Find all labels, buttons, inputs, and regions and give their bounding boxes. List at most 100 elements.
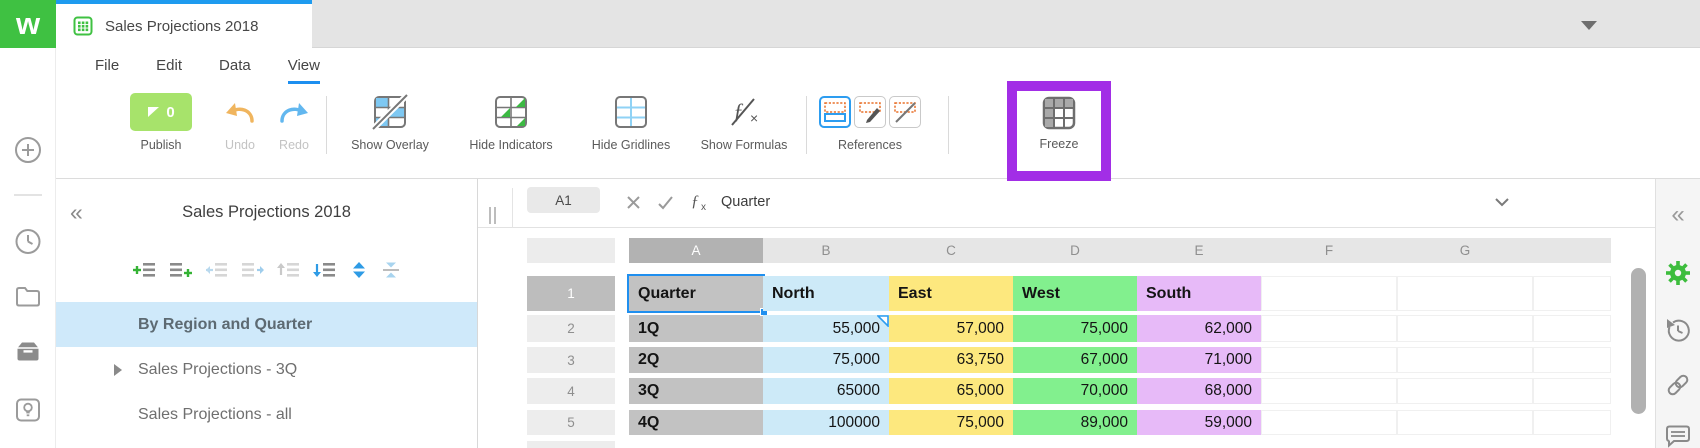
column-header[interactable]: B	[763, 238, 889, 263]
cell-B1[interactable]: North	[763, 276, 889, 311]
link-icon[interactable]	[1664, 371, 1692, 399]
cell-partial[interactable]	[1533, 315, 1611, 342]
collapse-all-button[interactable]	[381, 261, 401, 279]
reference-remove-button[interactable]	[889, 96, 921, 128]
cell-G5[interactable]	[1397, 410, 1533, 435]
reference-source-button[interactable]	[819, 96, 851, 128]
show-formulas-button[interactable]: ƒ × Show Formulas	[692, 90, 796, 152]
cell-partial[interactable]	[1533, 276, 1611, 311]
cell-partial[interactable]	[1533, 347, 1611, 373]
reference-edit-button[interactable]	[854, 96, 886, 128]
cell-A5[interactable]: 4Q	[629, 410, 763, 435]
cell-A3[interactable]: 2Q	[629, 347, 763, 373]
row-header[interactable]: 5	[527, 410, 615, 435]
drawer-button[interactable]	[14, 340, 41, 362]
cell-B4[interactable]: 65000	[763, 378, 889, 404]
cell-C3[interactable]: 63,750	[889, 347, 1013, 373]
tips-button[interactable]	[14, 397, 41, 423]
cell-D1[interactable]: West	[1013, 276, 1137, 311]
menu-file[interactable]: File	[95, 48, 119, 84]
expand-caret-icon[interactable]	[114, 364, 122, 376]
row-header[interactable]: 3	[527, 347, 615, 373]
cell-G3[interactable]	[1397, 347, 1533, 373]
files-button[interactable]	[14, 285, 41, 307]
menu-data[interactable]: Data	[219, 48, 251, 84]
tab-menu-caret-icon[interactable]	[1581, 21, 1597, 30]
comments-icon[interactable]	[1664, 423, 1692, 448]
column-header[interactable]: G	[1397, 238, 1533, 263]
column-header[interactable]: A	[629, 238, 763, 263]
row-header[interactable]: 2	[527, 315, 615, 342]
move-sheet-down-button[interactable]	[312, 261, 337, 279]
menu-view[interactable]: View	[287, 48, 320, 84]
undo-button[interactable]: Undo	[214, 90, 266, 152]
column-header[interactable]: D	[1013, 238, 1137, 263]
cell-reference-box[interactable]: A1	[527, 187, 600, 213]
sheet-item-by-region-and-quarter[interactable]: By Region and Quarter	[56, 302, 477, 347]
cell-G2[interactable]	[1397, 315, 1533, 342]
settings-gear-icon[interactable]	[1664, 259, 1692, 287]
indent-sheet-button[interactable]	[241, 261, 265, 279]
cell-F2[interactable]	[1261, 315, 1397, 342]
cell-B2[interactable]: 55,000	[763, 315, 889, 342]
row-header[interactable]: 4	[527, 378, 615, 404]
cell-C2[interactable]: 57,000	[889, 315, 1013, 342]
row-header-partial[interactable]	[527, 441, 615, 448]
cell-G4[interactable]	[1397, 378, 1533, 404]
cell-C4[interactable]: 65,000	[889, 378, 1013, 404]
cell-E2[interactable]: 62,000	[1137, 315, 1261, 342]
cancel-entry-button[interactable]	[626, 195, 641, 210]
cell-F5[interactable]	[1261, 410, 1397, 435]
cell-A4[interactable]: 3Q	[629, 378, 763, 404]
cell-B3[interactable]: 75,000	[763, 347, 889, 373]
formula-input[interactable]: Quarter	[721, 194, 770, 210]
cell-E3[interactable]: 71,000	[1137, 347, 1261, 373]
cell-partial[interactable]	[1533, 378, 1611, 404]
cell-E4[interactable]: 68,000	[1137, 378, 1261, 404]
formula-bar-expand-icon[interactable]	[1494, 197, 1510, 207]
panel-resize-handle[interactable]	[489, 207, 496, 224]
show-overlay-button[interactable]: Show Overlay	[340, 90, 440, 152]
column-header[interactable]: C	[889, 238, 1013, 263]
outdent-sheet-button[interactable]	[205, 261, 229, 279]
cell-D2[interactable]: 75,000	[1013, 315, 1137, 342]
vertical-scrollbar[interactable]	[1631, 268, 1646, 414]
recents-button[interactable]	[14, 228, 41, 255]
cell-A1[interactable]: Quarter	[627, 274, 768, 316]
cell-E1[interactable]: South	[1137, 276, 1261, 311]
publish-button[interactable]: 0 Publish	[128, 90, 194, 152]
sheet-item-sales-projections-all[interactable]: Sales Projections - all	[56, 392, 477, 437]
cell-F4[interactable]	[1261, 378, 1397, 404]
sheet-item-sales-projections-3q[interactable]: Sales Projections - 3Q	[56, 347, 477, 392]
cell-B5[interactable]: 100000	[763, 410, 889, 435]
cell-D5[interactable]: 89,000	[1013, 410, 1137, 435]
insert-function-button[interactable]: ƒ x	[689, 190, 711, 213]
move-sheet-up-button[interactable]	[276, 261, 301, 279]
column-header[interactable]: E	[1137, 238, 1261, 263]
add-sheet-button[interactable]	[132, 261, 157, 279]
menu-edit[interactable]: Edit	[156, 48, 182, 84]
cell-partial[interactable]	[1533, 410, 1611, 435]
column-header[interactable]: F	[1261, 238, 1397, 263]
history-icon[interactable]	[1664, 317, 1692, 345]
expand-all-button[interactable]	[349, 261, 369, 279]
hide-indicators-button[interactable]: Hide Indicators	[458, 90, 564, 152]
row-header[interactable]: 1	[527, 276, 615, 311]
cell-F1[interactable]	[1261, 276, 1397, 311]
cell-A2[interactable]: 1Q	[629, 315, 763, 342]
cell-C1[interactable]: East	[889, 276, 1013, 311]
cell-D3[interactable]: 67,000	[1013, 347, 1137, 373]
hide-gridlines-button[interactable]: Hide Gridlines	[580, 90, 682, 152]
workiva-logo[interactable]: w	[0, 0, 56, 48]
freeze-button[interactable]: Freeze	[1017, 93, 1101, 151]
cell-C5[interactable]: 75,000	[889, 410, 1013, 435]
cell-D4[interactable]: 70,000	[1013, 378, 1137, 404]
cell-G1[interactable]	[1397, 276, 1533, 311]
redo-button[interactable]: Redo	[268, 90, 320, 152]
collapse-right-panel-icon[interactable]: «	[1671, 203, 1684, 227]
create-button[interactable]	[14, 136, 42, 164]
add-child-sheet-button[interactable]	[169, 261, 193, 279]
confirm-entry-button[interactable]	[657, 195, 674, 210]
cell-E5[interactable]: 59,000	[1137, 410, 1261, 435]
document-tab[interactable]: Sales Projections 2018	[56, 0, 312, 48]
